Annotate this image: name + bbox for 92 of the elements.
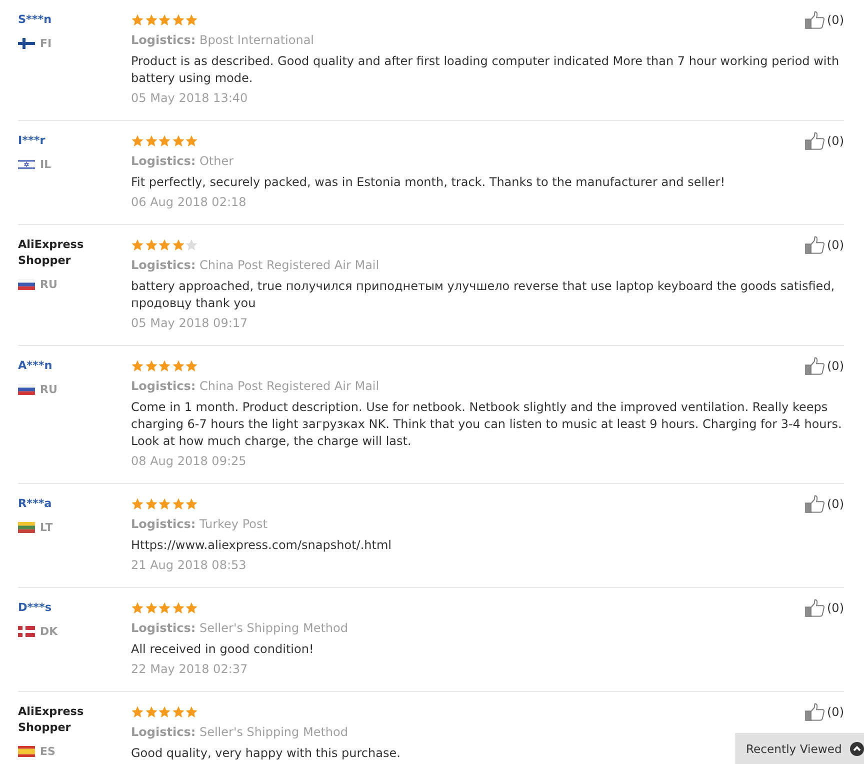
reviewer-name-link[interactable]: I***r (18, 133, 46, 149)
review-date: 21 Aug 2018 08:53 (131, 557, 246, 574)
reviewer-name-link[interactable]: D***s (18, 600, 52, 616)
star-icon (131, 602, 144, 614)
reviewer-name: AliExpress Shopper (18, 237, 85, 269)
country-code: FI (40, 36, 52, 50)
star-icon (172, 706, 184, 718)
star-icon (131, 498, 144, 510)
thumbs-up-icon (805, 703, 825, 721)
country-code: IL (40, 158, 52, 170)
reviewer-name-link[interactable]: R***a (18, 496, 52, 512)
star-icon (144, 498, 158, 510)
flag-icon (18, 626, 35, 636)
like-button[interactable]: (0) (805, 494, 844, 514)
star-icon (131, 360, 144, 372)
review-date: 08 Aug 2018 09:25 (131, 453, 246, 470)
thumbs-up-icon (805, 357, 825, 375)
star-icon (131, 14, 144, 26)
star-icon (172, 360, 184, 372)
reviewer-name: AliExpress Shopper (18, 704, 85, 736)
thumbs-up-icon (805, 599, 825, 617)
star-icon (158, 498, 171, 510)
star-icon (131, 239, 144, 251)
logistics-info: Logistics: Other (131, 153, 235, 170)
star-icon (144, 135, 158, 147)
review-text: Product is as described. Good quality and after first loading computer indicated More than 7 hour working period with battery using mode. (131, 53, 840, 87)
recently-viewed-button[interactable]: Recently Viewed (735, 733, 864, 764)
country-code: ES (40, 744, 56, 758)
logistics-info: Logistics: Bpost International (131, 32, 316, 49)
star-icon (158, 602, 171, 614)
star-icon (131, 135, 144, 147)
star-icon (185, 706, 198, 718)
flag-icon (18, 384, 35, 394)
review-date: 05 May 2018 09:17 (131, 315, 248, 332)
logistics-info: Logistics: China Post Registered Air Mail (131, 257, 380, 274)
star-icon (144, 239, 158, 251)
reviewer-name-link[interactable]: S***n (18, 12, 52, 28)
star-icon (172, 602, 184, 614)
star-icon (144, 602, 158, 614)
logistics-info: Logistics: Seller's Shipping Method (131, 620, 349, 637)
star-icon (158, 360, 171, 372)
thumbs-up-icon (805, 132, 825, 150)
star-icon (131, 706, 144, 718)
thumbs-up-icon (805, 236, 825, 254)
like-button[interactable]: (0) (805, 702, 844, 722)
reviewer-name-link[interactable]: A***n (18, 358, 52, 374)
logistics-info: Logistics: Turkey Post (131, 516, 268, 533)
review-date: 05 May 2018 13:40 (131, 90, 248, 107)
caret-up-icon (850, 742, 864, 756)
country-code: DK (40, 624, 58, 638)
thumbs-up-icon (805, 11, 825, 29)
star-icon (144, 360, 158, 372)
flag-icon (18, 158, 35, 170)
like-button[interactable]: (0) (805, 10, 844, 30)
logistics-info: Logistics: Seller's Shipping Method (131, 724, 349, 741)
like-button[interactable]: (0) (805, 598, 844, 618)
star-icon (185, 239, 198, 251)
star-icon (185, 135, 198, 147)
like-button[interactable]: (0) (805, 235, 844, 255)
review-text: Come in 1 month. Product description. Use for netbook. Netbook slightly and the improved ventilation. Really keeps charging 6-7 hours the light загрузках NK. Think that you can listen to music at least 9 hours. Charging for 3-4 hours. Look at how much charge, the charge will last. (131, 399, 843, 450)
flag-icon (18, 38, 35, 48)
flag-icon (18, 522, 35, 532)
star-icon (172, 498, 184, 510)
star-icon (144, 706, 158, 718)
star-icon (185, 360, 198, 372)
country-code: RU (40, 278, 58, 290)
country-code: RU (40, 382, 58, 396)
star-icon (172, 135, 184, 147)
star-icon (185, 14, 198, 26)
logistics-info: Logistics: China Post Registered Air Mail (131, 378, 380, 395)
review-text: All received in good condition! (131, 641, 314, 658)
star-icon (185, 498, 198, 510)
star-icon (158, 135, 171, 147)
star-icon (185, 602, 198, 614)
star-icon (172, 239, 184, 251)
star-icon (172, 14, 184, 26)
review-text: Https://www.aliexpress.com/snapshot/.html (131, 537, 392, 554)
star-icon (144, 14, 158, 26)
star-icon (158, 239, 171, 251)
like-button[interactable]: (0) (805, 131, 844, 151)
review-text: Fit perfectly, securely packed, was in Estonia month, track. Thanks to the manufacturer and seller! (131, 174, 726, 191)
review-text: battery approached, true получился приподнетым улучшело reverse that use laptop keyboard the goods satisfied, продовцу thank you (131, 278, 836, 312)
review-text: Good quality, very happy with this purchase. (131, 745, 400, 762)
flag-icon (18, 746, 35, 756)
review-date: 22 May 2018 02:37 (131, 661, 248, 678)
flag-icon (18, 278, 35, 290)
star-icon (158, 14, 171, 26)
country-code: LT (40, 520, 53, 534)
review-date: 06 Aug 2018 02:18 (131, 194, 246, 211)
like-button[interactable]: (0) (805, 356, 844, 376)
thumbs-up-icon (805, 495, 825, 513)
star-icon (158, 706, 171, 718)
